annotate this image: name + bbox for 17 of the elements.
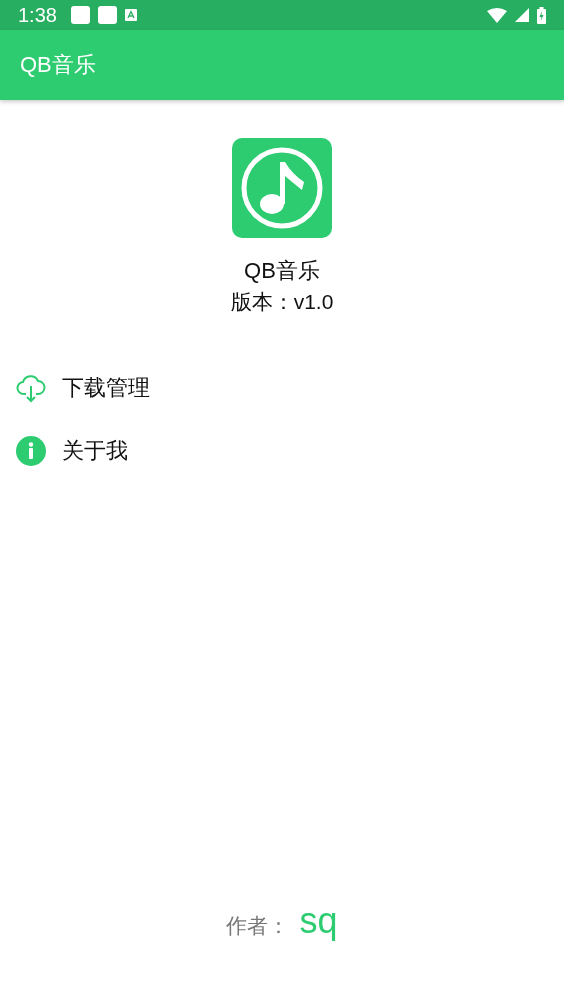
app-version: 版本：v1.0: [230, 289, 334, 315]
app-title: QB音乐: [20, 51, 96, 79]
music-note-icon: [232, 138, 332, 238]
status-time: 1:38: [18, 3, 57, 27]
menu-item[interactable]: 下载管理: [0, 356, 564, 419]
notification-icon: [97, 6, 117, 24]
keyboard-icon: [124, 9, 137, 21]
author-name: sq: [299, 900, 338, 942]
app-name: QB音乐: [244, 257, 320, 285]
battery-icon: [537, 6, 546, 24]
menu-item[interactable]: 关于我: [0, 419, 564, 482]
info-icon: [16, 435, 46, 466]
notification-icon: [70, 6, 90, 24]
author-label: 作者：: [226, 913, 290, 940]
wifi-icon: [487, 7, 507, 23]
signal-icon: [515, 8, 529, 22]
cloud-download-icon: [16, 372, 46, 403]
